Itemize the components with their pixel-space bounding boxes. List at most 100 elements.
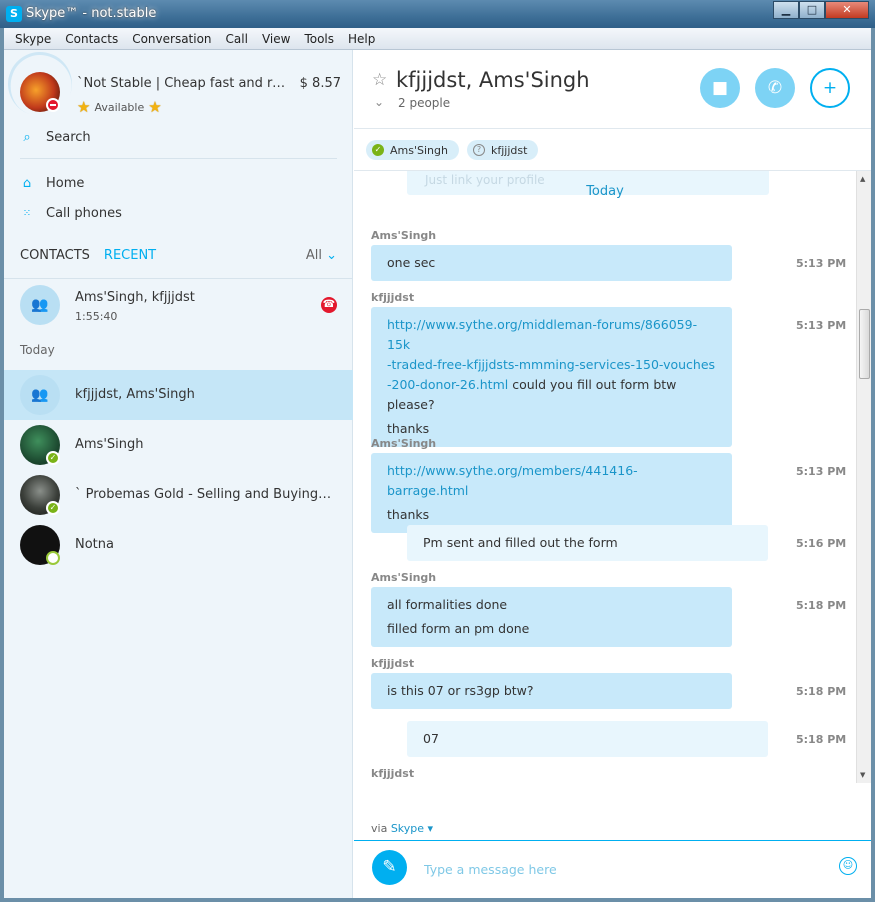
add-person-icon: + xyxy=(822,78,838,98)
divider xyxy=(354,128,871,129)
star-emoticon-icon: ★ xyxy=(148,98,162,116)
phone-icon: ✆ xyxy=(767,78,783,98)
skype-logo-icon: S xyxy=(6,6,22,22)
participant-name: kfjjjdst xyxy=(490,143,528,157)
voice-call-button[interactable]: ✆ xyxy=(755,68,795,108)
emoticon-button[interactable]: ☺ xyxy=(839,857,857,875)
participant-count[interactable]: 2 people xyxy=(398,96,450,110)
message-bubble[interactable]: one sec xyxy=(371,245,732,281)
message-bubble[interactable]: http://www.sythe.org/middleman-forums/86… xyxy=(371,307,732,447)
participant-chip[interactable]: ✓ Ams'Singh xyxy=(366,140,459,160)
message-bubble-sent[interactable]: Pm sent and filled out the form xyxy=(407,525,768,561)
star-emoticon-icon: ★ xyxy=(77,98,91,116)
message-input[interactable] xyxy=(424,859,824,879)
scroll-down-arrow-icon[interactable]: ▼ xyxy=(860,771,865,779)
conversation-panel: ☆ kfjjjdst, Ams'Singh ⌄ 2 people ■ ✆ + ✓… xyxy=(354,50,871,898)
chat-scrollbar[interactable]: ▲ ▼ xyxy=(856,171,871,783)
message-text: all formalities done xyxy=(387,597,508,612)
message-link[interactable]: -200-donor-26.html xyxy=(387,377,508,392)
contact-name: ` Probemas Gold - Selling and Buying ALL… xyxy=(75,487,335,502)
message-time: 5:18 PM xyxy=(796,733,847,746)
via-selector[interactable]: via Skype ▾ xyxy=(371,822,433,835)
message-text: thanks xyxy=(387,421,430,436)
message-text: one sec xyxy=(387,255,436,270)
message-bubble[interactable]: is this 07 or rs3gp btw? xyxy=(371,673,732,709)
mood-status[interactable]: ★ Available ★ xyxy=(77,98,162,116)
message-text: http://www.sythe.org/middleman-forums/86… xyxy=(387,315,716,415)
contact-item-group[interactable]: 👥 kfjjjdst, Ams'Singh xyxy=(4,370,353,420)
message-time: 5:18 PM xyxy=(796,685,847,698)
menu-contacts[interactable]: Contacts xyxy=(58,32,125,46)
favorite-star-icon[interactable]: ☆ xyxy=(372,70,387,90)
contact-item-notna[interactable]: Notna xyxy=(4,520,353,570)
message-text: 07 xyxy=(423,731,439,746)
skype-credit[interactable]: $ 8.57 xyxy=(300,76,341,91)
end-call-icon[interactable]: ☎ xyxy=(321,297,337,313)
message-bubble-sent[interactable]: 07 xyxy=(407,721,768,757)
search-nav[interactable]: ⌕ Search xyxy=(20,129,90,145)
window-title: Skype™ - not.stable xyxy=(26,6,157,21)
call-phones-nav[interactable]: ⁙ Call phones xyxy=(20,206,122,221)
contact-item-ams-singh[interactable]: ✓ Ams'Singh xyxy=(4,420,353,470)
close-button[interactable]: ✕ xyxy=(825,1,869,19)
video-call-button[interactable]: ■ xyxy=(700,68,740,108)
paperclip-icon: ✎ xyxy=(382,857,397,877)
window-controls: ▁ □ ✕ xyxy=(773,1,869,19)
menu-help[interactable]: Help xyxy=(341,32,382,46)
recent-call-item[interactable]: 👥 Ams'Singh, kfjjjdst 1:55:40 ☎ xyxy=(4,280,353,330)
message-bubble[interactable]: all formalities done filled form an pm d… xyxy=(371,587,732,647)
message-link[interactable]: http://www.sythe.org/members/441416-barr… xyxy=(387,463,638,498)
message-text-inline: could you fill out form btw xyxy=(508,377,677,392)
window-titlebar: S Skype™ - not.stable ▁ □ ✕ xyxy=(0,0,875,28)
scroll-up-arrow-icon[interactable]: ▲ xyxy=(860,175,865,183)
contact-item-probemas[interactable]: ✓ ` Probemas Gold - Selling and Buying A… xyxy=(4,470,353,520)
message-link[interactable]: -traded-free-kfjjjdsts-mmming-services-1… xyxy=(387,357,715,372)
my-display-name[interactable]: `Not Stable | Cheap fast and reliable xyxy=(77,76,292,91)
participant-chip[interactable]: ? kfjjjdst xyxy=(466,140,539,160)
message-time: 5:13 PM xyxy=(796,465,847,478)
day-separator: Today xyxy=(586,184,624,199)
call-phones-label: Call phones xyxy=(46,206,122,221)
message-sender: kfjjjdst xyxy=(371,767,415,780)
menu-view[interactable]: View xyxy=(255,32,297,46)
menu-conversation[interactable]: Conversation xyxy=(125,32,218,46)
conversation-header: ☆ kfjjjdst, Ams'Singh ⌄ 2 people ■ ✆ + xyxy=(354,50,871,130)
chevron-down-icon[interactable]: ⌄ xyxy=(374,95,384,109)
message-time: 5:13 PM xyxy=(796,319,847,332)
tab-recent[interactable]: RECENT xyxy=(104,248,156,263)
home-icon: ⌂ xyxy=(22,175,32,191)
message-history: Just link your profile Today Ams'Singh o… xyxy=(354,171,856,783)
menu-skype[interactable]: Skype xyxy=(8,32,58,46)
add-participant-button[interactable]: + xyxy=(810,68,850,108)
message-sender: kfjjjdst xyxy=(371,291,415,304)
smiley-icon: ☺ xyxy=(842,860,854,871)
menu-tools[interactable]: Tools xyxy=(297,32,341,46)
today-section-label: Today xyxy=(20,343,55,357)
chevron-down-icon: ▾ xyxy=(427,822,434,835)
message-link[interactable]: http://www.sythe.org/middleman-forums/86… xyxy=(387,317,697,352)
conversation-title[interactable]: kfjjjdst, Ams'Singh xyxy=(396,68,590,92)
maximize-button[interactable]: □ xyxy=(799,1,825,19)
search-icon: ⌕ xyxy=(23,129,31,145)
home-nav[interactable]: ⌂ Home xyxy=(20,175,85,191)
sidebar: `Not Stable | Cheap fast and reliable $ … xyxy=(0,42,353,898)
message-composer: ✎ ☺ xyxy=(354,841,871,898)
tab-contacts[interactable]: CONTACTS xyxy=(20,248,90,263)
recent-filter-dropdown[interactable]: All ⌄ xyxy=(306,248,337,263)
message-text: thanks xyxy=(387,507,430,522)
filter-value: All xyxy=(305,248,322,263)
menu-call[interactable]: Call xyxy=(219,32,255,46)
minimize-button[interactable]: ▁ xyxy=(773,1,799,19)
message-bubble[interactable]: http://www.sythe.org/members/441416-barr… xyxy=(371,453,732,533)
skype-app: `Not Stable | Cheap fast and reliable $ … xyxy=(0,42,871,898)
divider xyxy=(4,278,353,279)
message-text: Pm sent and filled out the form xyxy=(423,535,618,550)
online-status-icon: ✓ xyxy=(46,451,60,465)
contact-tabs: CONTACTS RECENT All ⌄ xyxy=(20,248,337,263)
attach-file-button[interactable]: ✎ xyxy=(372,850,407,885)
group-avatar: 👥 xyxy=(20,375,60,415)
message-sender: Ams'Singh xyxy=(371,437,437,450)
scrollbar-thumb[interactable] xyxy=(859,309,870,379)
message-sender: kfjjjdst xyxy=(371,657,415,670)
via-service: Skype xyxy=(390,822,425,835)
